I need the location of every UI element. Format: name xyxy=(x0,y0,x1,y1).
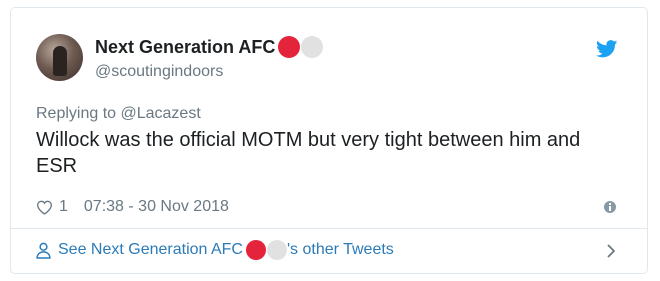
avatar[interactable] xyxy=(36,34,83,81)
author-name[interactable]: Next Generation AFC xyxy=(95,37,275,58)
white-circle-emoji xyxy=(301,36,324,58)
info-icon[interactable] xyxy=(604,201,616,213)
red-circle-emoji xyxy=(245,240,266,260)
like-count[interactable]: 1 xyxy=(59,198,68,216)
red-circle-emoji xyxy=(278,36,301,58)
chevron-right-icon[interactable] xyxy=(607,244,616,258)
tweet-timestamp[interactable]: 07:38 - 30 Nov 2018 xyxy=(84,198,229,216)
tweet-text: Willock was the official MOTM but very t… xyxy=(36,129,581,177)
footer-prefix: See Next Generation AFC xyxy=(58,241,243,258)
tweet-meta: 1 07:38 - 30 Nov 2018 xyxy=(36,198,229,216)
avatar-figure xyxy=(53,46,67,76)
heart-icon[interactable] xyxy=(36,200,53,215)
see-other-tweets-link[interactable]: See Next Generation AFC 's other Tweets xyxy=(36,240,394,260)
tweet-card: Next Generation AFC @scoutingindoors Rep… xyxy=(10,7,648,274)
divider xyxy=(11,228,647,229)
replying-to[interactable]: Replying to @Lacazest xyxy=(36,105,201,123)
twitter-bird-icon[interactable] xyxy=(596,40,618,58)
author-handle[interactable]: @scoutingindoors xyxy=(95,63,223,81)
author-name-row[interactable]: Next Generation AFC xyxy=(95,36,324,58)
white-circle-emoji xyxy=(266,240,287,260)
person-icon xyxy=(36,242,51,259)
footer-suffix: 's other Tweets xyxy=(286,241,394,258)
